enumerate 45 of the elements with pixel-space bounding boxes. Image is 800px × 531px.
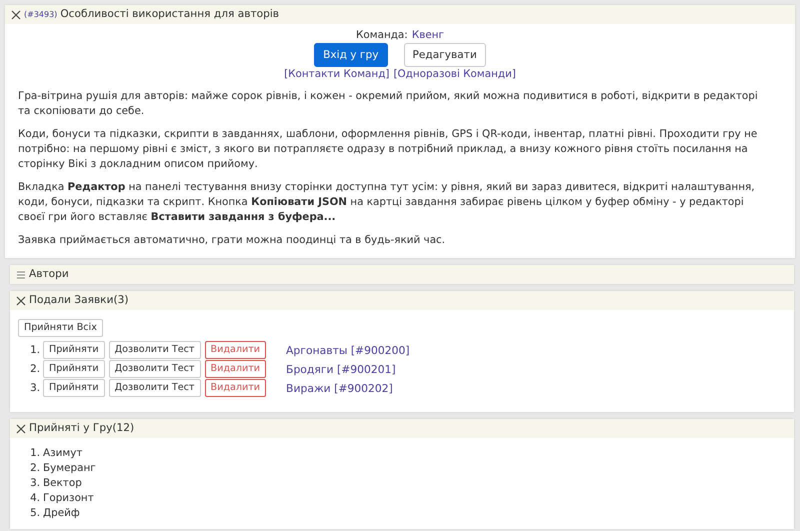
team-link[interactable]: Аргонавты [#900200] <box>286 342 410 358</box>
close-icon[interactable] <box>16 424 26 434</box>
description-paragraph: Гра-вітрина рушія для авторів: майже сорок рівнів, і кожен - окремий прийом, який можна подивитися в роботі, відкрити в редакторі та скопіювати до себе. <box>18 89 759 119</box>
menu-icon[interactable] <box>16 270 26 280</box>
list-number: 3. <box>29 476 40 491</box>
game-id-link[interactable]: (#3493) <box>24 7 58 22</box>
panel-title: Прийняті у Гру(12) <box>29 421 134 436</box>
close-icon[interactable] <box>11 10 21 20</box>
panel-title: Подали Заявки(3) <box>29 293 128 308</box>
enter-game-button[interactable]: Вхід у гру <box>314 43 388 67</box>
team-link[interactable]: Виражи [#900202] <box>286 380 393 396</box>
panel-title: Автори <box>29 267 69 282</box>
accept-all-button[interactable]: Прийняти Всіх <box>18 319 103 337</box>
description-paragraph: Коди, бонуси та підказки, скрипти в завданнях, шаблони, оформлення рівнів, GPS і QR-коди, інвентар, платні рівні. Проходити гру не потрібно: на першому рівні є зміст, з якого ви потрапляєте одразу в потрібний приклад, а внизу кожного рівня стоїть посилання на сторінку Вікі з докладним описом прийому. <box>18 127 758 172</box>
team-link[interactable]: Квенг <box>412 28 444 43</box>
list-number: 3. <box>29 380 40 396</box>
allow-test-button[interactable]: Дозволити Тест <box>108 379 201 397</box>
team-name: Дрейф <box>43 506 80 521</box>
team-name: Горизонт <box>43 491 94 506</box>
team-label: Команда: <box>356 28 408 43</box>
teams-link[interactable]: [Одноразові Команди] <box>393 67 516 82</box>
edit-button[interactable]: Редагувати <box>404 43 486 67</box>
team-name: Вектор <box>43 476 82 491</box>
team-name: Бумеранг <box>43 461 96 476</box>
list-number: 5. <box>29 506 40 521</box>
teams-link[interactable]: [Контакти Команд] <box>284 67 390 82</box>
allow-test-button[interactable]: Дозволити Тест <box>108 341 201 359</box>
accept-button[interactable]: Прийняти <box>43 379 105 397</box>
delete-button[interactable]: Видалити <box>204 341 266 359</box>
allow-test-button[interactable]: Дозволити Тест <box>108 360 201 378</box>
accept-button[interactable]: Прийняти <box>43 341 105 359</box>
team-name: Азимут <box>43 446 82 461</box>
delete-button[interactable]: Видалити <box>204 379 266 397</box>
panel-title: Особливості використання для авторів <box>60 7 280 22</box>
delete-button[interactable]: Видалити <box>204 360 266 378</box>
accept-button[interactable]: Прийняти <box>43 360 105 378</box>
description-paragraph: Заявка приймається автоматично, грати можна поодинці та в будь-який час. <box>18 233 446 248</box>
close-icon[interactable] <box>16 296 26 306</box>
list-number: 1. <box>29 446 40 461</box>
team-link[interactable]: Бродяги [#900201] <box>286 362 396 376</box>
description-paragraph: Вкладка Редактор на панелі тестування внизу сторінки доступна тут усім: у рівня, який ви зараз дивитеся, відкриті налаштування, коди, бонуси, підказки та скрипт. Кнопка Копіювати JSON на картці завдання забирає рівень цілком у буфер обміну - у редакторі своєї гри його вставляє Вставити завдання з буфера... <box>18 180 756 225</box>
list-number: 2. <box>29 362 40 376</box>
list-number: 2. <box>29 461 40 476</box>
list-number: 1. <box>29 342 40 358</box>
list-number: 4. <box>29 491 40 506</box>
